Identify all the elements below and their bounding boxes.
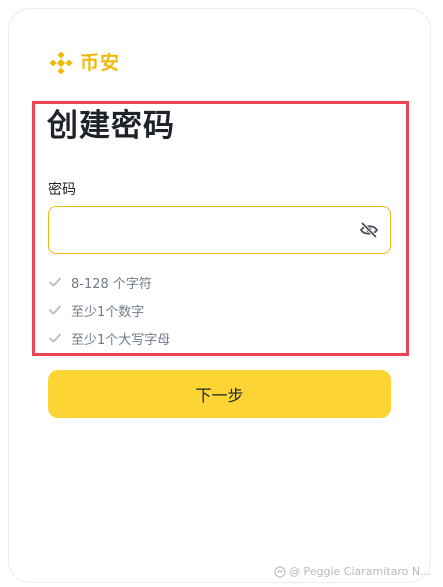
requirement-item: 至少1个大写字母: [48, 324, 170, 352]
next-button[interactable]: 下一步: [48, 370, 391, 418]
watermark-text: @ Peggie Ciaramitaro N...: [289, 565, 431, 578]
eye-slash-icon[interactable]: [359, 220, 379, 240]
password-field[interactable]: [48, 206, 391, 255]
watermark: @ Peggie Ciaramitaro N...: [274, 562, 443, 582]
brand-logo[interactable]: 币安: [48, 50, 120, 76]
requirement-item: 8-128 个字符: [48, 268, 170, 296]
requirement-text: 8-128 个字符: [71, 276, 152, 292]
binance-diamond-icon: [49, 51, 73, 75]
check-icon: [49, 305, 61, 315]
brand-name: 币安: [80, 52, 121, 74]
requirement-item: 至少1个数字: [48, 296, 170, 324]
password-requirements: 8-128 个字符 至少1个数字 至少1个大写字母: [48, 268, 170, 352]
requirement-text: 至少1个数字: [71, 304, 145, 320]
requirement-text: 至少1个大写字母: [71, 332, 171, 348]
check-icon: [49, 333, 61, 343]
page: 币安 创建密码 密码 8-128 个字符 至少1个数字 至少1个大写字母 下一步…: [0, 0, 443, 587]
password-input[interactable]: [61, 207, 355, 255]
password-label: 密码: [48, 182, 76, 198]
page-title: 创建密码: [47, 108, 175, 144]
check-icon: [49, 277, 61, 287]
share-icon: [274, 566, 286, 578]
